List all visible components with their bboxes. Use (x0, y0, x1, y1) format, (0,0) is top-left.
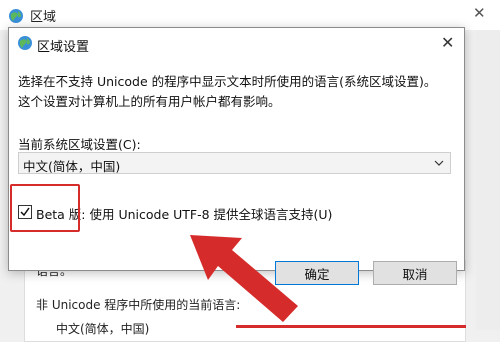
globe-icon (9, 9, 23, 23)
dialog-titlebar: 区域设置 ✕ (9, 28, 464, 60)
region-window-title: 区域 (30, 10, 57, 25)
red-arrow-icon (190, 235, 298, 322)
annotation-highlight-box (10, 184, 80, 232)
globe-icon (18, 36, 32, 50)
close-icon: ✕ (441, 33, 455, 52)
system-locale-label: 当前系统区域设置(C): (18, 137, 141, 152)
dialog-title: 区域设置 (37, 40, 90, 55)
system-locale-select[interactable]: 中文(简体，中国) (18, 152, 451, 174)
region-window-close-button[interactable]: ✕ (460, 0, 500, 30)
dialog-description: 选择在不支持 Unicode 的程序中显示文本时所使用的语言(系统区域设置)。这… (18, 74, 437, 109)
chevron-down-icon (434, 160, 444, 166)
dialog-close-button[interactable]: ✕ (430, 28, 464, 60)
annotation-underline (236, 325, 466, 328)
cancel-button[interactable]: 取消 (373, 261, 457, 285)
region-window-titlebar: 区域 ✕ (0, 0, 500, 30)
system-locale-value: 中文(简体，中国) (23, 159, 121, 174)
close-icon: ✕ (473, 4, 486, 22)
non-unicode-language-value: 中文(简体，中国) (56, 322, 150, 336)
region-window-edge (476, 30, 500, 330)
